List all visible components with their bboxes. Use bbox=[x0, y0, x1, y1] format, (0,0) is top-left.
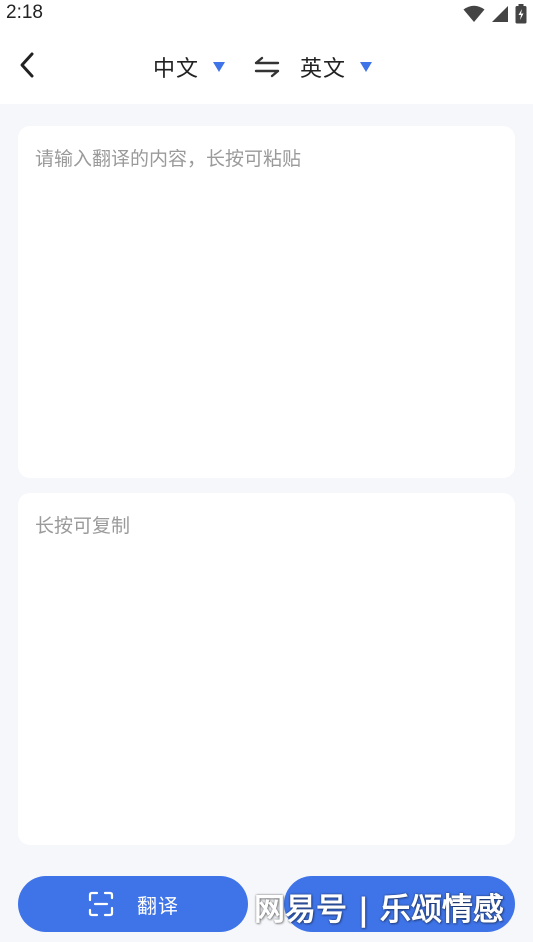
input-card bbox=[18, 126, 515, 478]
status-icons bbox=[463, 3, 527, 25]
swap-languages-button[interactable] bbox=[252, 52, 282, 82]
status-time: 2:18 bbox=[6, 2, 43, 23]
translator-screen: 2:18 中文 英文 请输入翻译的内容，长按可粘贴 长按可复制 翻译 网易号 |… bbox=[0, 0, 533, 942]
cell-signal-icon bbox=[492, 6, 508, 22]
wifi-icon bbox=[463, 5, 485, 22]
translate-input[interactable] bbox=[18, 126, 515, 478]
target-language-selector[interactable]: 英文 bbox=[300, 50, 373, 84]
source-language-selector[interactable]: 中文 bbox=[153, 50, 226, 84]
target-language-label: 英文 bbox=[300, 57, 347, 82]
scan-translate-icon bbox=[88, 891, 114, 917]
status-bar: 2:18 bbox=[0, 0, 533, 28]
chevron-left-icon bbox=[20, 52, 34, 78]
battery-icon bbox=[515, 4, 527, 24]
translate-button-label: 翻译 bbox=[137, 893, 179, 918]
caret-down-icon bbox=[213, 62, 226, 72]
output-text: 长按可复制 bbox=[35, 515, 131, 537]
swap-arrows-icon bbox=[254, 56, 280, 78]
source-language-label: 中文 bbox=[153, 57, 200, 82]
back-button[interactable] bbox=[10, 48, 44, 82]
translate-button[interactable]: 翻译 bbox=[18, 876, 248, 932]
secondary-action-button[interactable] bbox=[284, 876, 515, 932]
header-bar: 中文 英文 bbox=[0, 28, 533, 104]
caret-down-icon bbox=[360, 62, 373, 72]
output-card[interactable]: 长按可复制 bbox=[18, 493, 515, 845]
